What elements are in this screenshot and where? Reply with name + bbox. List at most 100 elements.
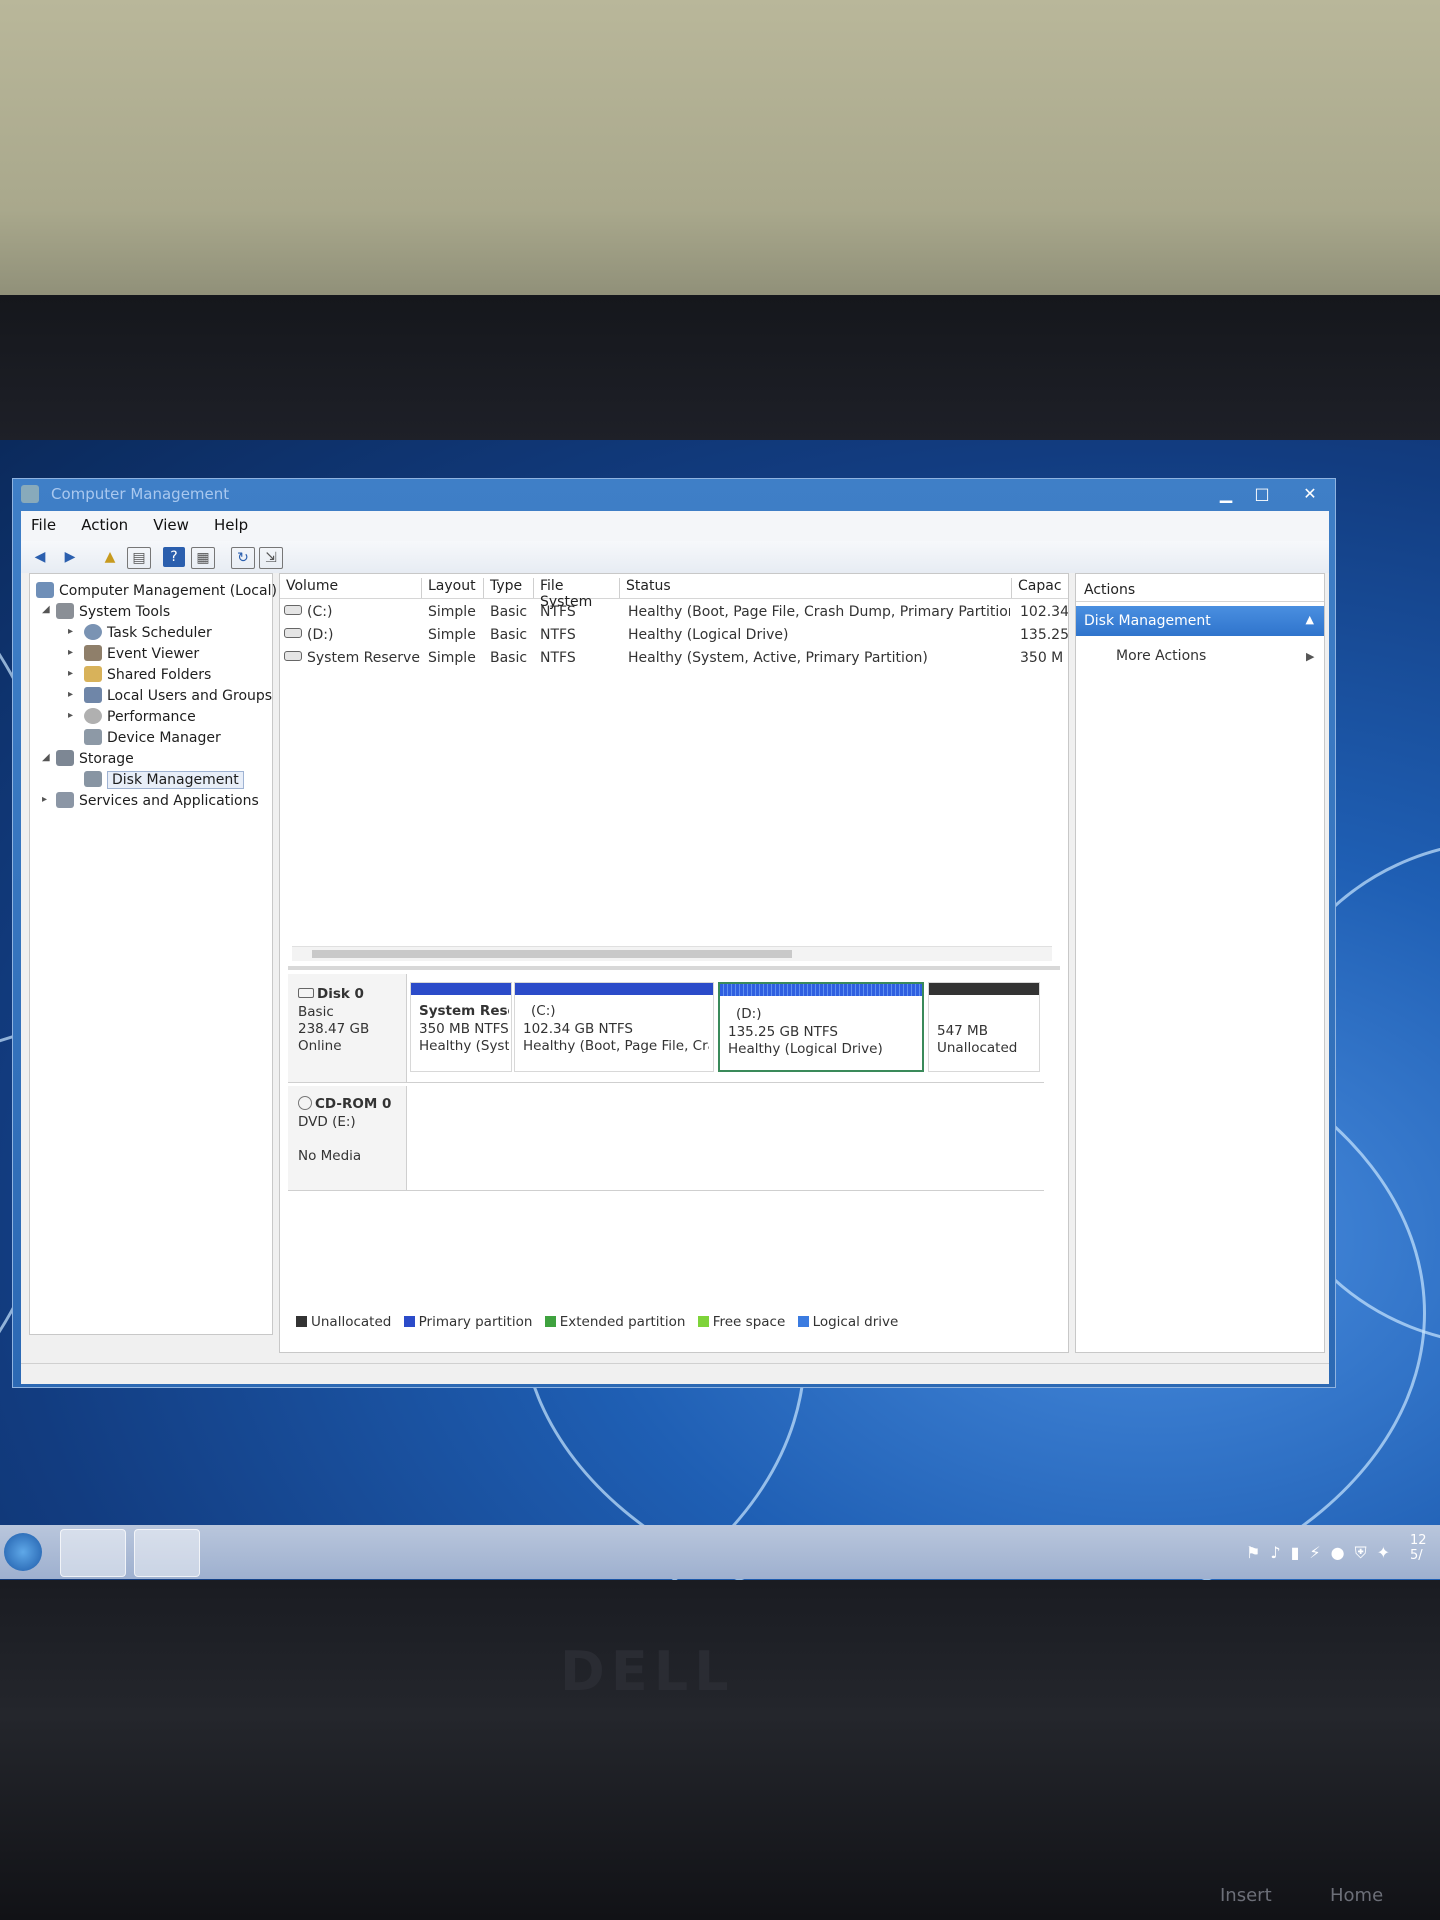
volume-list-header: Volume Layout Type File System Status Ca… (280, 574, 1068, 610)
clock-time: 12 (1410, 1533, 1427, 1548)
expand-arrow-icon[interactable]: ▸ (42, 794, 47, 805)
volume-icon[interactable]: ♪ (1270, 1543, 1290, 1562)
shield-icon[interactable]: ⛨ (1355, 1543, 1377, 1562)
volume-name: System Reserved (307, 650, 420, 666)
partition-name: (D:) (736, 1006, 762, 1022)
title-bar[interactable]: Computer Management ▁ □ ✕ (13, 479, 1335, 509)
taskbar-app-button[interactable] (60, 1529, 126, 1577)
partition-unallocated[interactable]: 547 MB Unallocated (928, 982, 1040, 1072)
expand-arrow-icon[interactable]: ▸ (68, 689, 73, 700)
tree-performance-label: Performance (107, 709, 196, 725)
tree-performance[interactable]: Performance (84, 708, 196, 725)
partition-system-reserved[interactable]: System Rese 350 MB NTFS Healthy (Syst (410, 982, 512, 1072)
menu-help[interactable]: Help (204, 511, 258, 539)
actions-disk-management[interactable]: Disk Management ▲ (1076, 606, 1324, 636)
tree-storage-label: Storage (79, 751, 134, 767)
legend-swatch-extended (544, 1316, 556, 1327)
storage-icon (56, 750, 74, 766)
scrollbar-thumb[interactable] (312, 950, 792, 958)
menu-action[interactable]: Action (71, 511, 138, 539)
taskbar-computer-management-button[interactable] (134, 1529, 200, 1577)
menu-file[interactable]: File (21, 511, 66, 539)
partition-bar (929, 983, 1039, 995)
minimize-button[interactable]: ▁ (1209, 483, 1243, 505)
col-capacity[interactable]: Capac (1012, 578, 1068, 598)
up-icon[interactable]: ▲ (99, 547, 121, 567)
col-layout[interactable]: Layout (422, 578, 484, 598)
expand-arrow-icon[interactable]: ▸ (68, 710, 73, 721)
network-icon[interactable]: ▮ (1291, 1543, 1310, 1562)
cdrom-media: No Media (298, 1148, 362, 1164)
maximize-button[interactable]: □ (1245, 483, 1279, 505)
col-volume[interactable]: Volume (280, 578, 422, 598)
table-row[interactable]: System Reserved Simple Basic NTFS Health… (280, 648, 1068, 670)
export-icon[interactable]: ⇲ (259, 547, 283, 569)
partition-status: Healthy (Logical Drive) (728, 1041, 883, 1057)
layout-cell: Simple (428, 627, 476, 643)
more-actions-label: More Actions (1116, 648, 1207, 664)
col-status[interactable]: Status (620, 578, 1012, 598)
expand-arrow-icon[interactable]: ▸ (68, 668, 73, 679)
partition-c[interactable]: (C:) 102.34 GB NTFS Healthy (Boot, Page … (514, 982, 714, 1072)
cdrom-icon (298, 1096, 312, 1110)
clock[interactable]: 12 5/ (1410, 1533, 1440, 1563)
help-icon[interactable]: ? (163, 547, 185, 567)
computer-management-icon (21, 485, 39, 503)
drive-icon (284, 605, 302, 615)
legend-free-space: Free space (712, 1314, 786, 1330)
show-hide-tree-icon[interactable]: ▤ (127, 547, 151, 569)
table-row[interactable]: (D:) Simple Basic NTFS Healthy (Logical … (280, 625, 1068, 647)
collapse-up-icon[interactable]: ▲ (1306, 613, 1314, 626)
laptop-bezel-top (0, 295, 1440, 445)
flag-icon[interactable]: ⚑ (1246, 1543, 1270, 1562)
menu-bar: File Action View Help (21, 511, 1329, 542)
pane-splitter[interactable] (288, 966, 1060, 970)
expand-arrow-icon[interactable]: ▸ (68, 647, 73, 658)
collapse-arrow-icon[interactable]: ◢ (42, 604, 50, 615)
tool-icon[interactable]: ✦ (1377, 1543, 1400, 1562)
cdrom-0-row: CD-ROM 0 DVD (E:) No Media (288, 1086, 1044, 1191)
tree-local-users[interactable]: Local Users and Groups (84, 687, 272, 704)
partition-size: 547 MB (937, 1023, 988, 1039)
power-icon[interactable]: ⚡ (1309, 1543, 1330, 1562)
type-cell: Basic (490, 650, 528, 666)
horizontal-scrollbar[interactable] (292, 946, 1052, 961)
keyboard-insert-key: Insert (1220, 1885, 1272, 1906)
forward-icon[interactable]: ▶ (59, 547, 81, 567)
col-type[interactable]: Type (484, 578, 534, 598)
status-cell: Healthy (Logical Drive) (628, 627, 789, 643)
tree-device-manager-label: Device Manager (107, 730, 221, 746)
system-tray: ⚑♪▮⚡●⛨✦ (1246, 1543, 1400, 1563)
tree-root[interactable]: Computer Management (Local) (36, 582, 277, 599)
expand-arrow-icon[interactable]: ▸ (68, 626, 73, 637)
tree-services[interactable]: Services and Applications (56, 792, 259, 809)
clock-date: 5/ (1410, 1548, 1423, 1563)
tree-local-users-label: Local Users and Groups (107, 688, 273, 704)
back-icon[interactable]: ◀ (29, 547, 51, 567)
properties-icon[interactable]: ▦ (191, 547, 215, 569)
tree-task-scheduler[interactable]: Task Scheduler (84, 624, 212, 641)
performance-icon (84, 708, 102, 724)
collapse-arrow-icon[interactable]: ◢ (42, 752, 50, 763)
disk-icon (298, 988, 314, 998)
tree-system-tools[interactable]: System Tools (56, 603, 170, 620)
status-icon[interactable]: ● (1331, 1543, 1355, 1562)
start-button[interactable] (4, 1533, 42, 1571)
more-actions-item[interactable]: More Actions ▶ (1116, 648, 1314, 664)
partition-d[interactable]: (D:) 135.25 GB NTFS Healthy (Logical Dri… (718, 982, 924, 1072)
window-title: Computer Management (51, 485, 230, 503)
menu-view[interactable]: View (143, 511, 199, 539)
legend-primary: Primary partition (418, 1314, 533, 1330)
tree-disk-management[interactable]: Disk Management (84, 771, 244, 789)
tree-storage[interactable]: Storage (56, 750, 134, 767)
refresh-icon[interactable]: ↻ (231, 547, 255, 569)
legend-swatch-free (697, 1316, 709, 1327)
tree-device-manager[interactable]: Device Manager (84, 729, 221, 746)
disk-0-label[interactable]: Disk 0 Basic 238.47 GB Online (288, 974, 407, 1082)
cdrom-0-label[interactable]: CD-ROM 0 DVD (E:) No Media (288, 1086, 407, 1190)
close-button[interactable]: ✕ (1293, 483, 1327, 505)
tree-event-viewer[interactable]: Event Viewer (84, 645, 199, 662)
col-file-system[interactable]: File System (534, 578, 620, 610)
tree-shared-folders[interactable]: Shared Folders (84, 666, 211, 683)
table-row[interactable]: (C:) Simple Basic NTFS Healthy (Boot, Pa… (280, 602, 1068, 624)
